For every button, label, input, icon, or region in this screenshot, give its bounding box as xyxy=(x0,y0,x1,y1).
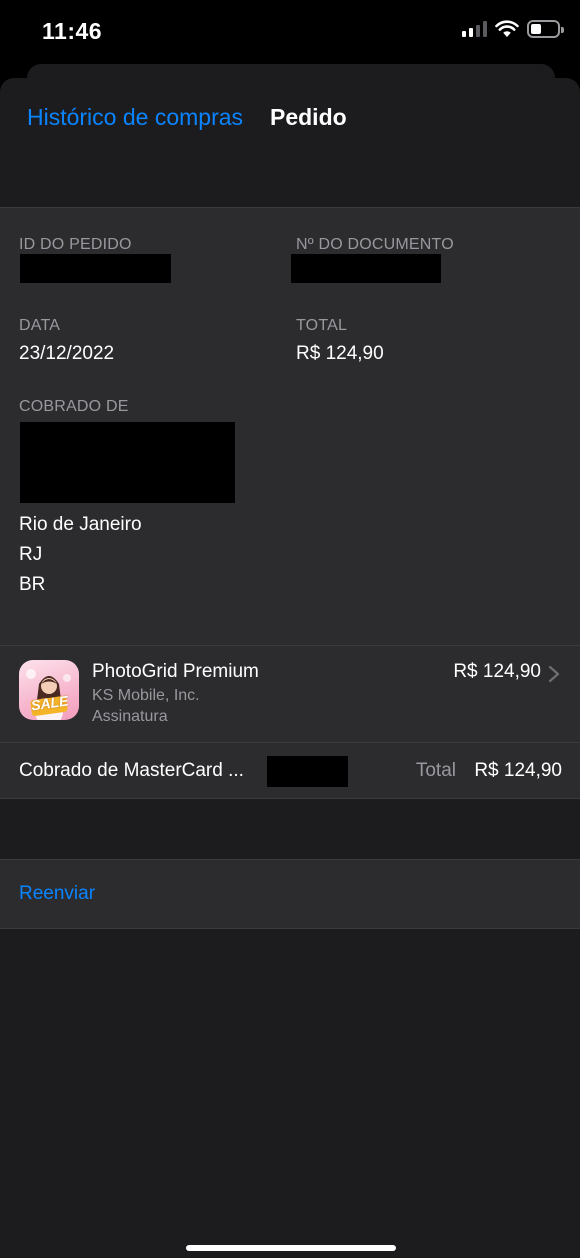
cellular-signal-icon xyxy=(462,21,487,37)
navigation-bar: Histórico de compras Pedido xyxy=(0,78,580,208)
order-sheet: Histórico de compras Pedido ID DO PEDIDO… xyxy=(0,78,580,1258)
battery-icon xyxy=(527,20,564,38)
order-id-label: ID DO PEDIDO xyxy=(19,236,132,253)
document-number-label: Nº DO DOCUMENTO xyxy=(296,236,454,253)
address-country: BR xyxy=(19,574,46,595)
charge-summary-row: Cobrado de MasterCard ... Total R$ 124,9… xyxy=(0,743,580,799)
address-city: Rio de Janeiro xyxy=(19,514,142,535)
charge-total-value: R$ 124,90 xyxy=(474,760,562,781)
status-icons xyxy=(462,20,564,38)
total-label: TOTAL xyxy=(296,317,348,334)
status-time: 11:46 xyxy=(42,18,103,44)
charge-total-label: Total xyxy=(415,760,456,781)
item-price: R$ 124,90 xyxy=(453,661,541,682)
back-button[interactable]: Histórico de compras xyxy=(27,104,243,131)
billed-to-name-redacted xyxy=(20,422,235,503)
screen: 11:46 Histórico de compras Pedido ID DO … xyxy=(0,0,580,1258)
resend-row: Reenviar xyxy=(0,859,580,929)
page-title: Pedido xyxy=(270,104,347,130)
order-details: ID DO PEDIDO Nº DO DOCUMENTO DATA 23/12/… xyxy=(0,208,580,646)
purchase-item-row[interactable]: SALE PhotoGrid Premium KS Mobile, Inc. A… xyxy=(0,646,580,743)
resend-button[interactable]: Reenviar xyxy=(19,883,95,905)
status-bar: 11:46 xyxy=(0,0,580,62)
card-number-redacted xyxy=(267,756,348,787)
home-indicator[interactable] xyxy=(186,1245,396,1251)
app-name: PhotoGrid Premium xyxy=(92,661,259,682)
address-state: RJ xyxy=(19,544,43,565)
chevron-right-icon xyxy=(548,665,560,683)
order-id-redacted xyxy=(20,254,171,283)
date-value: 23/12/2022 xyxy=(19,343,115,364)
wifi-icon xyxy=(495,20,519,37)
billed-to-label: COBRADO DE xyxy=(19,398,129,415)
battery-fill xyxy=(531,24,541,34)
purchase-type: Assinatura xyxy=(92,708,168,725)
app-icon: SALE xyxy=(19,660,79,720)
payment-method-label: Cobrado de MasterCard ... xyxy=(19,760,244,781)
total-value: R$ 124,90 xyxy=(296,343,384,364)
date-label: DATA xyxy=(19,317,61,334)
app-developer: KS Mobile, Inc. xyxy=(92,687,200,704)
document-number-redacted xyxy=(291,254,441,283)
